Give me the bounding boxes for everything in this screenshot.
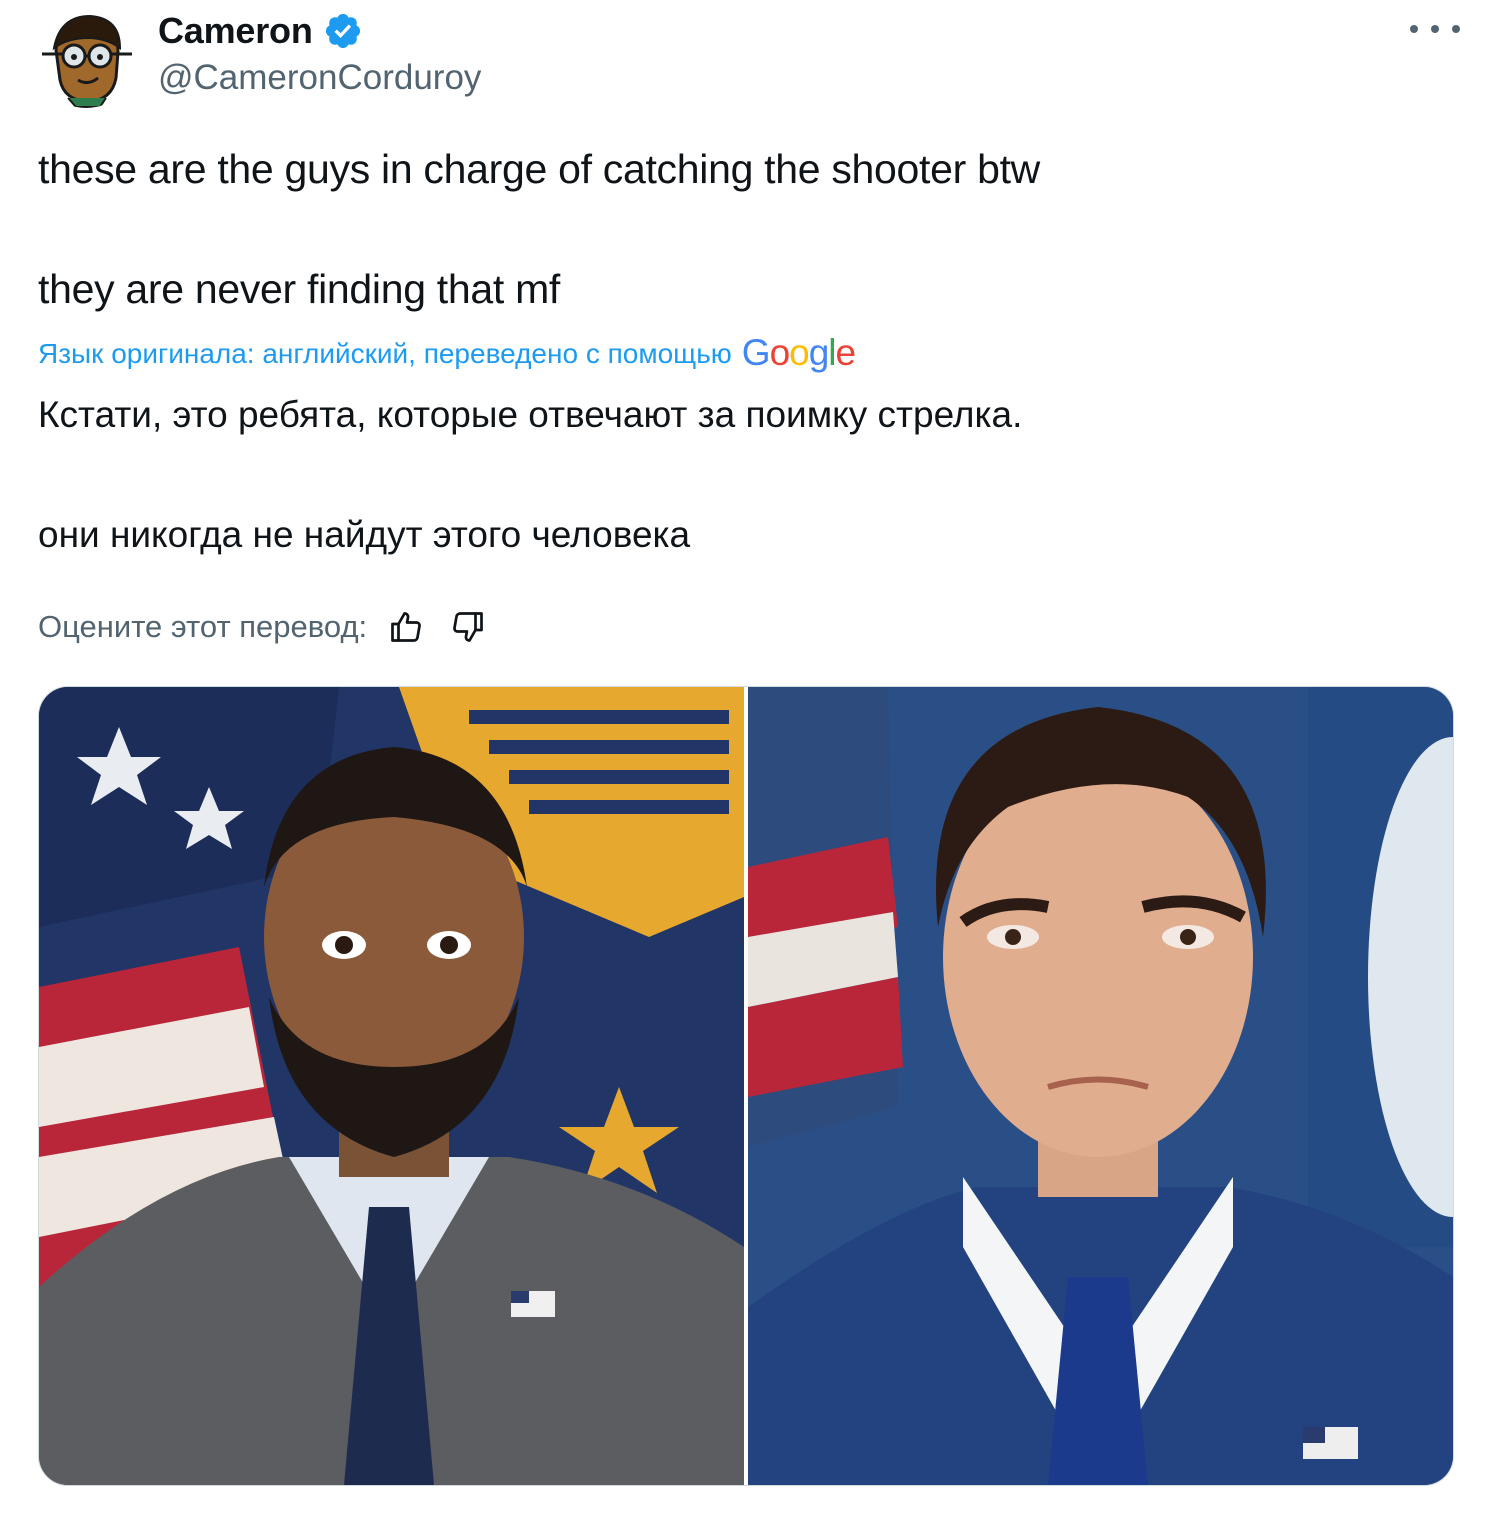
tweet: Cameron @CameronCorduroy these are the g…: [0, 0, 1500, 1527]
translation-note[interactable]: Язык оригинала: английский, переведено с…: [38, 331, 856, 374]
google-logo: Google: [741, 331, 856, 373]
more-options-icon[interactable]: [1410, 12, 1460, 46]
media-grid: [38, 686, 1454, 1486]
verified-badge-icon: [323, 11, 363, 51]
author-handle[interactable]: @CameronCorduroy: [158, 58, 481, 98]
translated-text-line: Кстати, это ребята, которые отвечают за …: [38, 394, 1023, 435]
rate-translation-label: Оцените этот перевод:: [38, 609, 368, 644]
rate-translation: Оцените этот перевод:: [38, 604, 491, 650]
author-name[interactable]: Cameron: [158, 10, 313, 52]
translation-note-text[interactable]: Язык оригинала: английский, переведено с…: [38, 338, 732, 370]
tweet-text-line: these are the guys in charge of catching…: [38, 146, 1040, 192]
thumbs-up-icon[interactable]: [383, 604, 429, 650]
cartoon-avatar-icon: [36, 8, 136, 108]
more-dot: [1431, 25, 1439, 33]
translated-text-line: они никогда не найдут этого человека: [38, 514, 691, 555]
portrait-photo-right[interactable]: [748, 687, 1453, 1485]
avatar[interactable]: [36, 8, 136, 108]
portrait-photo-left[interactable]: [39, 687, 744, 1485]
thumbs-down-icon[interactable]: [445, 604, 491, 650]
more-dot: [1410, 25, 1418, 33]
tweet-text-line: they are never finding that mf: [38, 266, 561, 312]
more-dot: [1452, 25, 1460, 33]
author-name-row[interactable]: Cameron: [158, 8, 363, 54]
